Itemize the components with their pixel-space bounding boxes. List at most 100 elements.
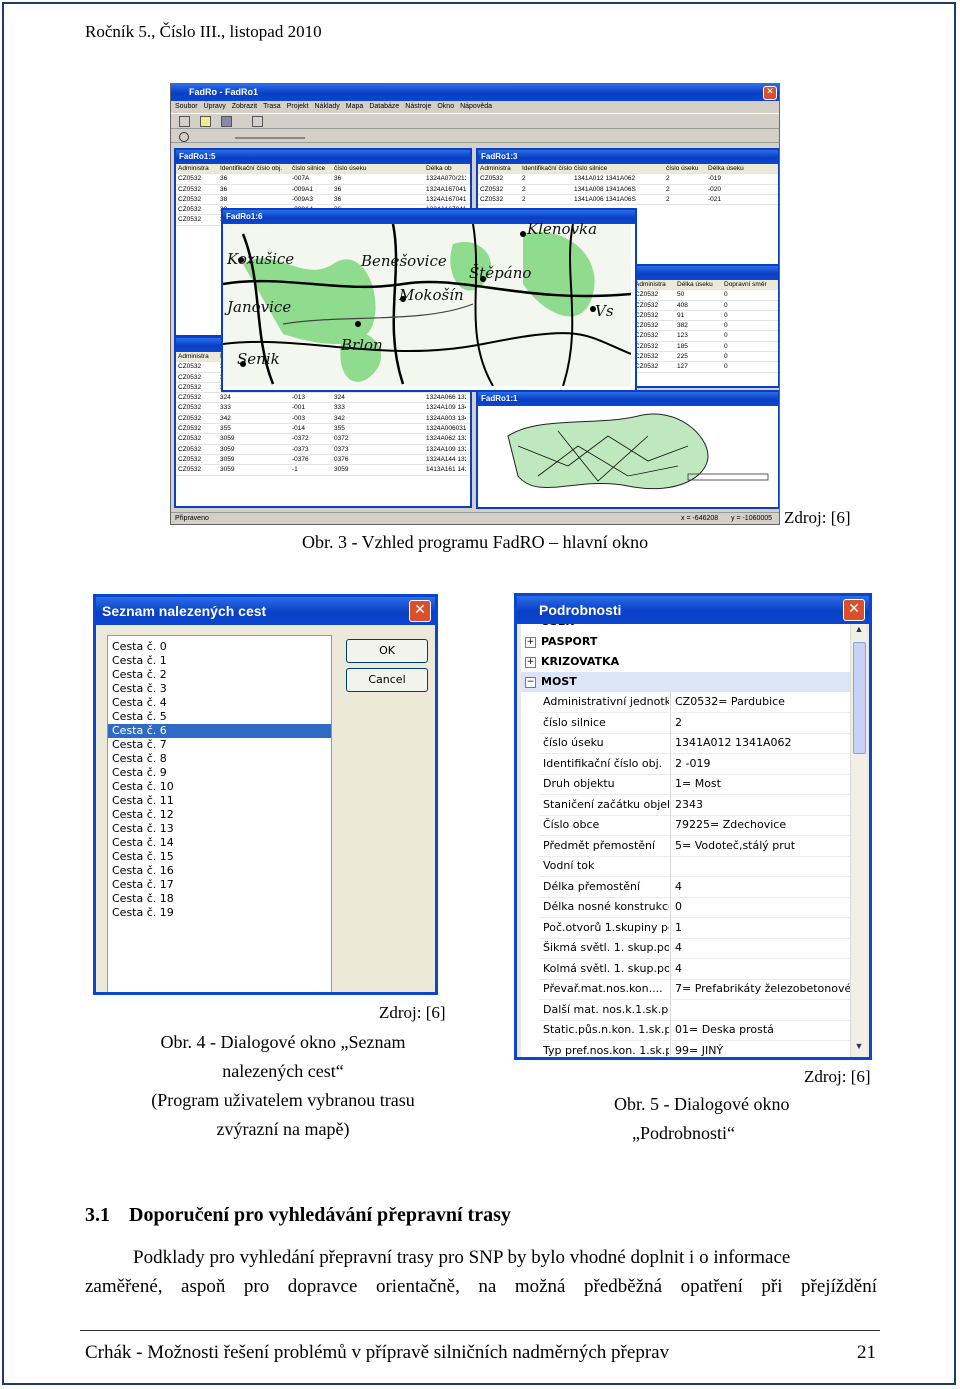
route-list-item[interactable]: Cesta č. 3	[108, 682, 331, 696]
grid-header-cell[interactable]: Administra	[633, 280, 675, 289]
grid-row[interactable]: CZ0532 91 0	[633, 311, 778, 322]
print-icon[interactable]	[252, 116, 263, 127]
grid-row[interactable]: CZ0532 123 0	[633, 331, 778, 342]
property-row[interactable]: Číslo obce 79225= Zdechovice	[539, 815, 852, 836]
property-row[interactable]: Délka nosné konstrukce 0	[539, 897, 852, 918]
grid-row[interactable]: CZ0532 3059 -0373 0373 1324A109 1324A023	[176, 445, 470, 455]
grid-row[interactable]: CZ0532 36 -007A 36 1324A070/21324A080	[176, 174, 470, 185]
route-list-item[interactable]: Cesta č. 18	[108, 892, 331, 906]
menu-item[interactable]: Projekt	[287, 103, 309, 110]
route-list-item[interactable]: Cesta č. 17	[108, 878, 331, 892]
property-row[interactable]: Identifikační číslo obj. 2 -019	[539, 753, 852, 775]
grid-row[interactable]: CZ0532 50 0	[633, 290, 778, 301]
scroll-down-arrow-icon[interactable]: ▼	[851, 1041, 867, 1055]
menu-item[interactable]: Mapa	[346, 103, 364, 110]
grid-row[interactable]: CZ0532 3059 -0372 0372 1324A062 1324A145	[176, 434, 470, 445]
grid-row[interactable]: CZ0532 2 1341A006 1341A06S 2 -021	[478, 195, 778, 206]
grid-row[interactable]: CZ0532 2 1341A012 1341A062 2 -019	[478, 174, 778, 185]
menu-item[interactable]: Úpravy	[204, 103, 226, 110]
grid-row[interactable]: CZ0532 3059 -1 3059 1413A161 1413E014	[176, 465, 470, 476]
menu-item[interactable]: Náklady	[315, 103, 340, 110]
cancel-button[interactable]: Cancel	[346, 668, 428, 692]
grid-header-cell[interactable]: Administra	[176, 352, 218, 361]
grid-row[interactable]: CZ0532 355 -014 355 1324A006031324A004	[176, 424, 470, 435]
menu-item[interactable]: Okno	[437, 103, 454, 110]
app-close-button[interactable]: ✕	[763, 86, 777, 100]
expand-icon[interactable]: +	[525, 657, 536, 668]
route-list-item[interactable]: Cesta č. 19	[108, 906, 331, 920]
menu-item[interactable]: Zobrazit	[232, 103, 257, 110]
ok-button[interactable]: OK	[346, 639, 428, 663]
save-icon[interactable]	[221, 116, 232, 127]
grid-row[interactable]: CZ0532 408 0	[633, 301, 778, 311]
grid-header-cell[interactable]: Administra	[176, 164, 218, 173]
route-list-item[interactable]: Cesta č. 5	[108, 710, 331, 724]
property-row[interactable]: Staničení začátku objektu 2343	[539, 794, 852, 816]
property-row[interactable]: Kolmá světl. 1. skup.polí 4	[539, 958, 852, 980]
dialog-podrobnosti-close-button[interactable]: ✕	[843, 599, 865, 621]
grid-header-cell[interactable]: číslo silnice	[572, 164, 664, 173]
grid-row[interactable]: CZ0532 333 -001 333 1324A109 1341A022	[176, 403, 470, 414]
collapse-icon[interactable]: −	[525, 677, 536, 688]
route-list-item[interactable]: Cesta č. 0	[108, 640, 331, 654]
grid-row[interactable]: CZ0532 324 -013 324 1324A066 1324A7703	[176, 393, 470, 404]
route-list-item[interactable]: Cesta č. 15	[108, 850, 331, 864]
property-row[interactable]: číslo úseku 1341A012 1341A062	[539, 733, 852, 754]
route-list-item[interactable]: Cesta č. 11	[108, 794, 331, 808]
scroll-thumb[interactable]	[853, 642, 866, 754]
menu-item[interactable]: Nástroje	[405, 103, 431, 110]
grid-row[interactable]: CZ0532 382 0	[633, 321, 778, 332]
route-list-item[interactable]: Cesta č. 1	[108, 654, 331, 668]
menu-item[interactable]: Trasa	[263, 103, 281, 110]
grid-row[interactable]: CZ0532 38 -009A3 36 1324A167041324A1706	[176, 195, 470, 206]
grid-row[interactable]: CZ0532 3059 -0376 0376 1324A144 1324A144	[176, 455, 470, 466]
route-list-item[interactable]: Cesta č. 6	[108, 724, 331, 738]
property-tree[interactable]: USEK +PASPORT+KRIZOVATKA−MOST Administra…	[521, 624, 854, 1057]
property-row[interactable]: Typ pref.nos.kon. 1.sk.p 99= JINÝ	[539, 1040, 852, 1057]
grid-header-cell[interactable]: Dopravní směr	[722, 280, 774, 289]
property-row[interactable]: Šikmá světl. 1. skup.polí 4	[539, 938, 852, 959]
new-file-icon[interactable]	[179, 116, 190, 127]
route-list-item[interactable]: Cesta č. 4	[108, 696, 331, 710]
grid-header-cell[interactable]: Délka ob	[424, 164, 466, 173]
route-list-item[interactable]: Cesta č. 16	[108, 864, 331, 878]
zoom-slider[interactable]	[235, 137, 305, 139]
grid-header-cell[interactable]: Administra	[478, 164, 520, 173]
grid-row[interactable]: CZ0532 185 0	[633, 342, 778, 353]
grid-row[interactable]: CZ0532 342 -003 342 1324A003 1343A003	[176, 414, 470, 425]
route-list-item[interactable]: Cesta č. 13	[108, 822, 331, 836]
property-row[interactable]: číslo silnice 2	[539, 712, 852, 734]
route-list-item[interactable]: Cesta č. 10	[108, 780, 331, 794]
grid-header-cell[interactable]: číslo silnice	[290, 164, 332, 173]
grid-header-cell[interactable]: Identifikační číslo obj.	[520, 164, 572, 173]
grid-header-cell[interactable]: Identifikační číslo obj.	[218, 164, 290, 173]
dialog-seznam-close-button[interactable]: ✕	[409, 600, 431, 622]
grid-header-cell[interactable]: číslo úseku	[332, 164, 424, 173]
grid-row[interactable]: CZ0532 127 0	[633, 362, 778, 373]
grid-header-cell[interactable]: Délka úseku	[706, 164, 758, 173]
scroll-up-arrow-icon[interactable]: ▲	[851, 624, 867, 638]
tree-node-krizovatka[interactable]: + KRIZOVATKA	[521, 652, 854, 672]
grid-row[interactable]: CZ0532 225 0	[633, 352, 778, 363]
route-list-item[interactable]: Cesta č. 2	[108, 668, 331, 682]
route-list-item[interactable]: Cesta č. 9	[108, 766, 331, 780]
route-list-item[interactable]: Cesta č. 8	[108, 752, 331, 766]
grid-row[interactable]: CZ0532 2 1341A008 1341A06S 2 -020	[478, 185, 778, 195]
tree-scrollbar[interactable]: ▲ ▼	[850, 624, 867, 1057]
grid-row[interactable]: CZ0532 36 -009A1 36 1324A167041324A1706	[176, 185, 470, 195]
tree-node-most[interactable]: − MOST	[521, 672, 854, 692]
expand-icon[interactable]: +	[525, 637, 536, 648]
menu-item[interactable]: Nápověda	[460, 103, 492, 110]
grid-header-cell[interactable]: číslo úseku	[664, 164, 706, 173]
open-folder-icon[interactable]	[200, 116, 211, 127]
property-row[interactable]: Druh objektu 1= Most	[539, 774, 852, 795]
property-row[interactable]: Předmět přemostění 5= Vodoteč,stálý prut	[539, 835, 852, 857]
property-row[interactable]: Další mat. nos.k.1.sk.p	[539, 999, 852, 1021]
route-list-item[interactable]: Cesta č. 14	[108, 836, 331, 850]
property-row[interactable]: Poč.otvorů 1.skupiny polí 1	[539, 917, 852, 939]
property-row[interactable]: Délka přemostění 4	[539, 876, 852, 898]
route-list-item[interactable]: Cesta č. 12	[108, 808, 331, 822]
tree-node-pasport[interactable]: + PASPORT	[521, 632, 854, 652]
route-list-item[interactable]: Cesta č. 7	[108, 738, 331, 752]
property-row[interactable]: Vodní tok	[539, 856, 852, 877]
